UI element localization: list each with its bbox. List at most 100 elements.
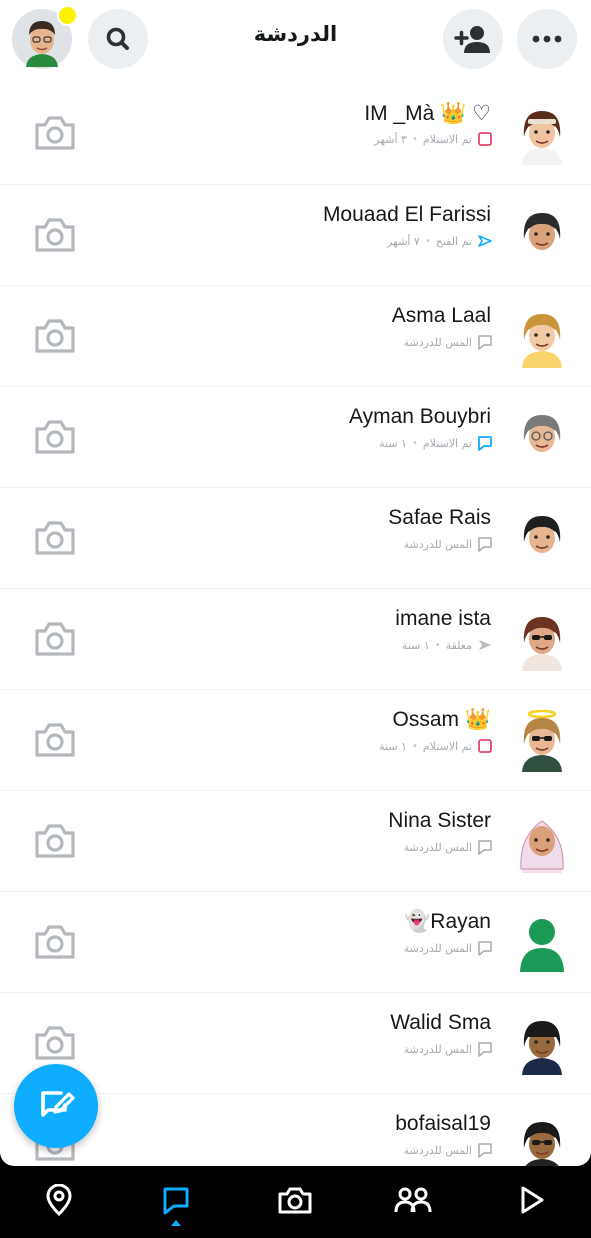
page-title: الدردشة [253,22,338,46]
chat-received-icon [477,435,493,451]
status-text: المس للدردشة [403,1143,472,1157]
camera-icon [35,116,75,150]
camera-icon [35,218,75,252]
chat-row[interactable]: Walid Sma المس للدردشة [0,992,591,1093]
camera-reply-button[interactable] [33,113,77,153]
chat-name: Walid Sma [390,1011,491,1034]
status-text: المس للدردشة [403,537,472,551]
chat-row[interactable]: Ayman Bouybri تم الاستلام • ١ سنة [0,386,591,487]
chat-name: Asma Laal [391,304,491,327]
chat-name: bofaisal19 [395,1112,491,1135]
nav-friends[interactable] [391,1180,435,1220]
status-text: معلقة [445,638,472,652]
chat-row[interactable]: imane ista معلقة • ١ سنة [0,588,591,689]
camera-reply-button[interactable] [33,720,77,760]
chat-opened-icon [477,233,493,249]
nav-camera[interactable] [273,1180,317,1220]
add-friend-button[interactable] [443,9,503,69]
camera-icon [278,1187,312,1214]
camera-icon [35,319,75,353]
camera-reply-button[interactable] [33,821,77,861]
notification-dot [57,5,78,26]
tap-to-chat-icon [477,940,493,956]
tap-to-chat-icon [477,334,493,350]
camera-reply-button[interactable] [33,518,77,558]
new-chat-button[interactable] [14,1064,98,1148]
status-text: المس للدردشة [403,840,472,854]
chat-name: Nina Sister [388,809,491,832]
camera-icon [35,622,75,656]
camera-reply-button[interactable] [33,316,77,356]
friends-icon [394,1187,432,1213]
camera-icon [35,723,75,757]
chat-status: تم الاستلام • ١ سنة [379,737,493,755]
new-chat-icon [41,1091,75,1117]
tap-to-chat-icon [477,536,493,552]
chat-status: المس للدردشة [404,535,493,553]
snap-received-icon [477,131,493,147]
nav-spotlight[interactable] [510,1180,554,1220]
friend-avatar[interactable] [513,708,571,774]
camera-reply-button[interactable] [33,215,77,255]
search-icon [106,27,129,50]
nav-chat[interactable] [154,1180,198,1220]
separator-dot: • [411,437,418,449]
chat-row[interactable]: Asma Laal المس للدردشة [0,285,591,386]
status-time: ١ سنة [401,638,430,652]
friend-avatar[interactable] [513,1112,571,1166]
friend-avatar[interactable] [513,809,571,875]
camera-reply-button[interactable] [33,1023,77,1063]
more-button[interactable] [517,9,577,69]
header: الدردشة [0,0,591,82]
friend-avatar[interactable] [513,203,571,269]
search-button[interactable] [88,9,148,69]
bottom-nav [0,1166,591,1238]
friend-avatar[interactable] [513,304,571,370]
friend-avatar[interactable] [513,607,571,673]
chat-name: Ossam 👑 [392,708,492,731]
camera-icon [35,824,75,858]
chat-list: IM _Mà 👑 ♡ تم الاستلام • ٣ أشهر Mouaad El Fa… [0,83,591,1166]
chat-name: 👻Rayan [404,910,491,933]
status-text: المس للدردشة [403,335,472,349]
chat-row[interactable]: Mouaad El Farissi تم الفتح • ٧ أشهر [0,184,591,285]
chat-name: Mouaad El Farissi [322,203,491,226]
status-text: تم الاستلام [422,132,472,146]
chat-status: تم الاستلام • ١ سنة [379,434,493,452]
more-icon [532,35,562,43]
camera-reply-button[interactable] [33,417,77,457]
camera-reply-button[interactable] [33,619,77,659]
profile-button[interactable] [12,5,78,69]
tap-to-chat-icon [477,1041,493,1057]
status-time: ١ سنة [379,436,407,450]
chat-name: Safae Rais [388,506,491,529]
friend-avatar[interactable] [513,101,571,167]
separator-dot: • [434,639,441,651]
chat-row[interactable]: 👻Rayan المس للدردشة [0,891,591,992]
status-time: ١ سنة [379,739,407,753]
chat-status: تم الاستلام • ٣ أشهر [374,130,493,148]
chat-name: IM _Mà 👑 ♡ [364,102,491,125]
status-text: تم الاستلام [422,739,472,753]
chat-status: معلقة • ١ سنة [402,636,493,654]
add-friend-icon [454,26,490,53]
chat-row[interactable]: Ossam 👑 تم الاستلام • ١ سنة [0,689,591,790]
friend-avatar[interactable] [513,910,571,976]
chat-status: المس للدردشة [404,1141,493,1159]
chat-row[interactable]: IM _Mà 👑 ♡ تم الاستلام • ٣ أشهر [0,83,591,184]
chat-row[interactable]: Safae Rais المس للدردشة [0,487,591,588]
camera-icon [35,925,75,959]
status-text: تم الفتح [435,234,472,248]
pending-icon [477,637,493,653]
nav-map[interactable] [37,1180,81,1220]
chat-name: Ayman Bouybri [348,405,491,428]
spotlight-icon [521,1186,544,1214]
camera-reply-button[interactable] [33,922,77,962]
friend-avatar[interactable] [513,506,571,572]
friend-avatar[interactable] [513,1011,571,1077]
status-time: ٣ أشهر [374,132,407,146]
camera-icon [35,420,75,454]
friend-avatar[interactable] [513,405,571,471]
map-icon [46,1184,72,1216]
chat-row[interactable]: Nina Sister المس للدردشة [0,790,591,891]
